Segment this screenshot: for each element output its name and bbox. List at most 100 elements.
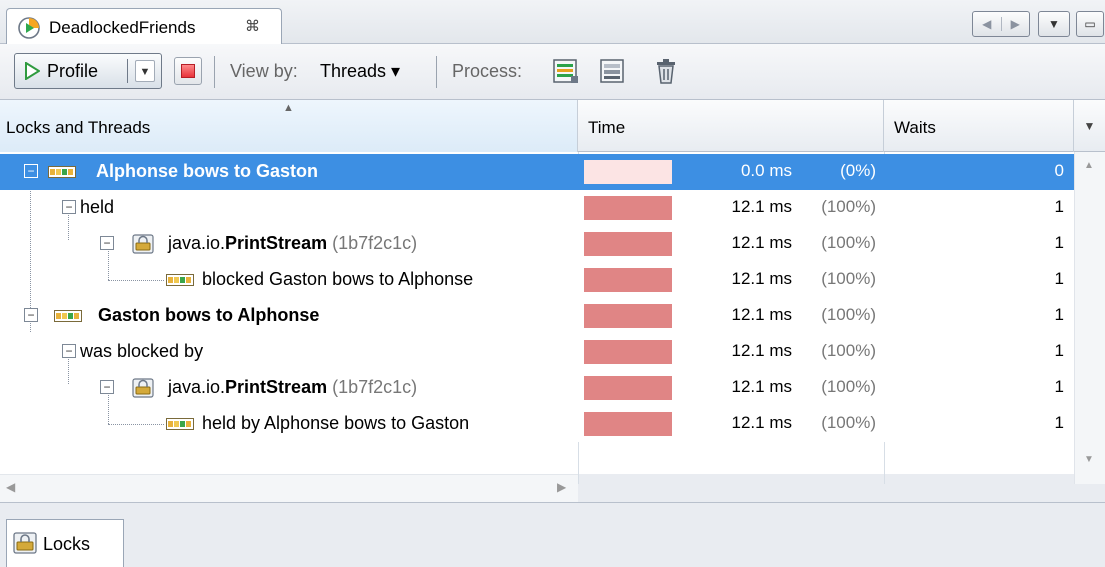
tab-label: Locks <box>43 534 91 554</box>
row-label-text: held by Alphonse bows to Gaston <box>202 413 470 433</box>
time-bar <box>584 340 672 364</box>
waits-value: 1 <box>1054 233 1064 252</box>
profile-button-label: Profile <box>47 61 99 81</box>
row-label: held <box>80 197 114 218</box>
profiler-toolbar: Profile ▼ View by: Threads ▾ Process: <box>0 44 1105 100</box>
time-bar <box>584 304 672 328</box>
row-label: Alphonse bows to Gaston <box>96 161 318 182</box>
tab-locks[interactable]: Locks <box>6 519 124 567</box>
row-label: was blocked by <box>80 341 203 362</box>
collapse-node-icon[interactable]: − <box>62 344 76 358</box>
waits-value: 1 <box>1054 377 1064 396</box>
row-label-text: was blocked by <box>80 341 204 361</box>
table-row[interactable]: held by Alphonse bows to Gaston 12.1 ms (1… <box>0 406 1074 442</box>
row-label-strong: Gaston bows to Alphonse <box>98 305 320 325</box>
row-label-text: blocked Gaston bows to Alphonse <box>202 269 474 289</box>
horizontal-scrollbar[interactable]: ◀ ▶ <box>0 474 578 502</box>
collapse-node-icon[interactable]: − <box>24 164 38 178</box>
maximize-window-button[interactable]: ▭ <box>1076 11 1104 37</box>
row-label-strong: Alphonse bows to Gaston <box>96 161 319 181</box>
time-percent: (100%) <box>821 341 876 360</box>
row-label: held by Alphonse bows to Gaston <box>202 413 469 434</box>
trash-icon[interactable] <box>652 57 680 85</box>
view-by-dropdown[interactable]: Threads ▾ <box>320 61 400 82</box>
thread-icon <box>166 418 194 430</box>
time-value: 12.1 ms <box>731 413 792 432</box>
column-chooser-button[interactable]: ▼ <box>1074 100 1105 152</box>
table-row[interactable]: − java.io.PrintStream (1b7f2c1c) 12.1 ms (1… <box>0 370 1074 406</box>
lock-icon <box>132 378 154 398</box>
row-label: blocked Gaston bows to Alphonse <box>202 269 473 290</box>
show-opened-documents-button[interactable]: ▼ <box>1038 11 1070 37</box>
table-row[interactable]: − Gaston bows to Alphonse 12.1 ms (100%) 1 <box>0 298 1074 334</box>
chevron-down-icon: ▼ <box>1048 17 1060 31</box>
heap-dump-icon[interactable] <box>598 57 626 85</box>
row-label: Gaston bows to Alphonse <box>98 305 319 326</box>
scroll-tabs-right-icon[interactable]: ▶ <box>1000 17 1030 31</box>
waits-value: 1 <box>1054 197 1064 216</box>
process-label: Process: <box>452 61 523 81</box>
time-percent: (100%) <box>821 413 876 432</box>
lock-icon <box>132 234 154 254</box>
stop-button[interactable] <box>174 57 202 85</box>
profiler-icon <box>18 17 40 39</box>
toolbar-separator <box>436 56 437 88</box>
table-row[interactable]: blocked Gaston bows to Alphonse 12.1 ms (1… <box>0 262 1074 298</box>
object-hash: (1b7f2c1c) <box>332 233 418 253</box>
split-divider <box>127 59 128 83</box>
row-label-text: java.io. <box>168 377 226 397</box>
thread-icon <box>166 274 194 286</box>
row-label: java.io.PrintStream (1b7f2c1c) <box>168 377 417 398</box>
row-label-strong: PrintStream <box>225 377 328 397</box>
collapse-node-icon[interactable]: − <box>100 380 114 394</box>
waits-value: 1 <box>1054 305 1064 324</box>
scroll-right-icon[interactable]: ▶ <box>557 480 566 494</box>
thread-dump-icon[interactable] <box>552 57 580 85</box>
collapse-node-icon[interactable]: − <box>100 236 114 250</box>
column-header-label: Time <box>588 118 626 137</box>
row-label-strong: PrintStream <box>225 233 328 253</box>
time-bar <box>584 160 672 184</box>
collapse-node-icon[interactable]: − <box>62 200 76 214</box>
waits-value: 1 <box>1054 269 1064 288</box>
stop-icon <box>181 64 195 78</box>
time-percent: (100%) <box>821 197 876 216</box>
column-header-locks-and-threads[interactable]: ▲ Locks and Threads <box>0 100 578 152</box>
scroll-up-icon[interactable]: ▲ <box>1084 160 1094 171</box>
vertical-scrollbar[interactable]: ▲ ▼ <box>1074 152 1105 484</box>
column-header-label: Waits <box>894 118 936 137</box>
table-row[interactable]: − was blocked by 12.1 ms (100%) 1 <box>0 334 1074 370</box>
play-icon <box>25 62 40 80</box>
row-label: java.io.PrintStream (1b7f2c1c) <box>168 233 417 254</box>
table-row[interactable]: − java.io.PrintStream (1b7f2c1c) 12.1 ms (1… <box>0 226 1074 262</box>
profile-button[interactable]: Profile ▼ <box>14 53 162 89</box>
column-header-time[interactable]: Time <box>578 100 884 152</box>
column-header-waits[interactable]: Waits <box>884 100 1074 152</box>
restore-window-icon: ▭ <box>1084 17 1096 31</box>
collapse-node-icon[interactable]: − <box>24 308 38 322</box>
profile-options-dropdown[interactable]: ▼ <box>135 60 155 82</box>
table-row[interactable]: − held 12.1 ms (100%) 1 <box>0 190 1074 226</box>
scroll-down-icon[interactable]: ▼ <box>1084 454 1094 465</box>
time-percent: (0%) <box>840 161 876 180</box>
time-value: 12.1 ms <box>731 197 792 216</box>
table-row[interactable]: − Alphonse bows to Gaston 0.0 ms (0%) 0 <box>0 154 1074 190</box>
time-value: 12.1 ms <box>731 377 792 396</box>
scroll-tabs-left-icon[interactable]: ◀ <box>973 17 1001 31</box>
bottom-tab-bar: Locks <box>0 502 1105 567</box>
time-bar <box>584 412 672 436</box>
close-icon[interactable]: ⌘ <box>245 17 260 35</box>
scroll-left-icon[interactable]: ◀ <box>6 480 15 494</box>
time-percent: (100%) <box>821 305 876 324</box>
tab-deadlocked-friends[interactable]: DeadlockedFriends ⌘ <box>6 8 282 45</box>
time-bar <box>584 376 672 400</box>
time-bar <box>584 268 672 292</box>
time-bar <box>584 196 672 220</box>
time-percent: (100%) <box>821 377 876 396</box>
time-percent: (100%) <box>821 233 876 252</box>
table-header: ▲ Locks and Threads Time Waits ▼ <box>0 100 1105 152</box>
time-percent: (100%) <box>821 269 876 288</box>
thread-icon <box>54 310 82 322</box>
toolbar-separator <box>214 56 215 88</box>
time-value: 12.1 ms <box>731 269 792 288</box>
